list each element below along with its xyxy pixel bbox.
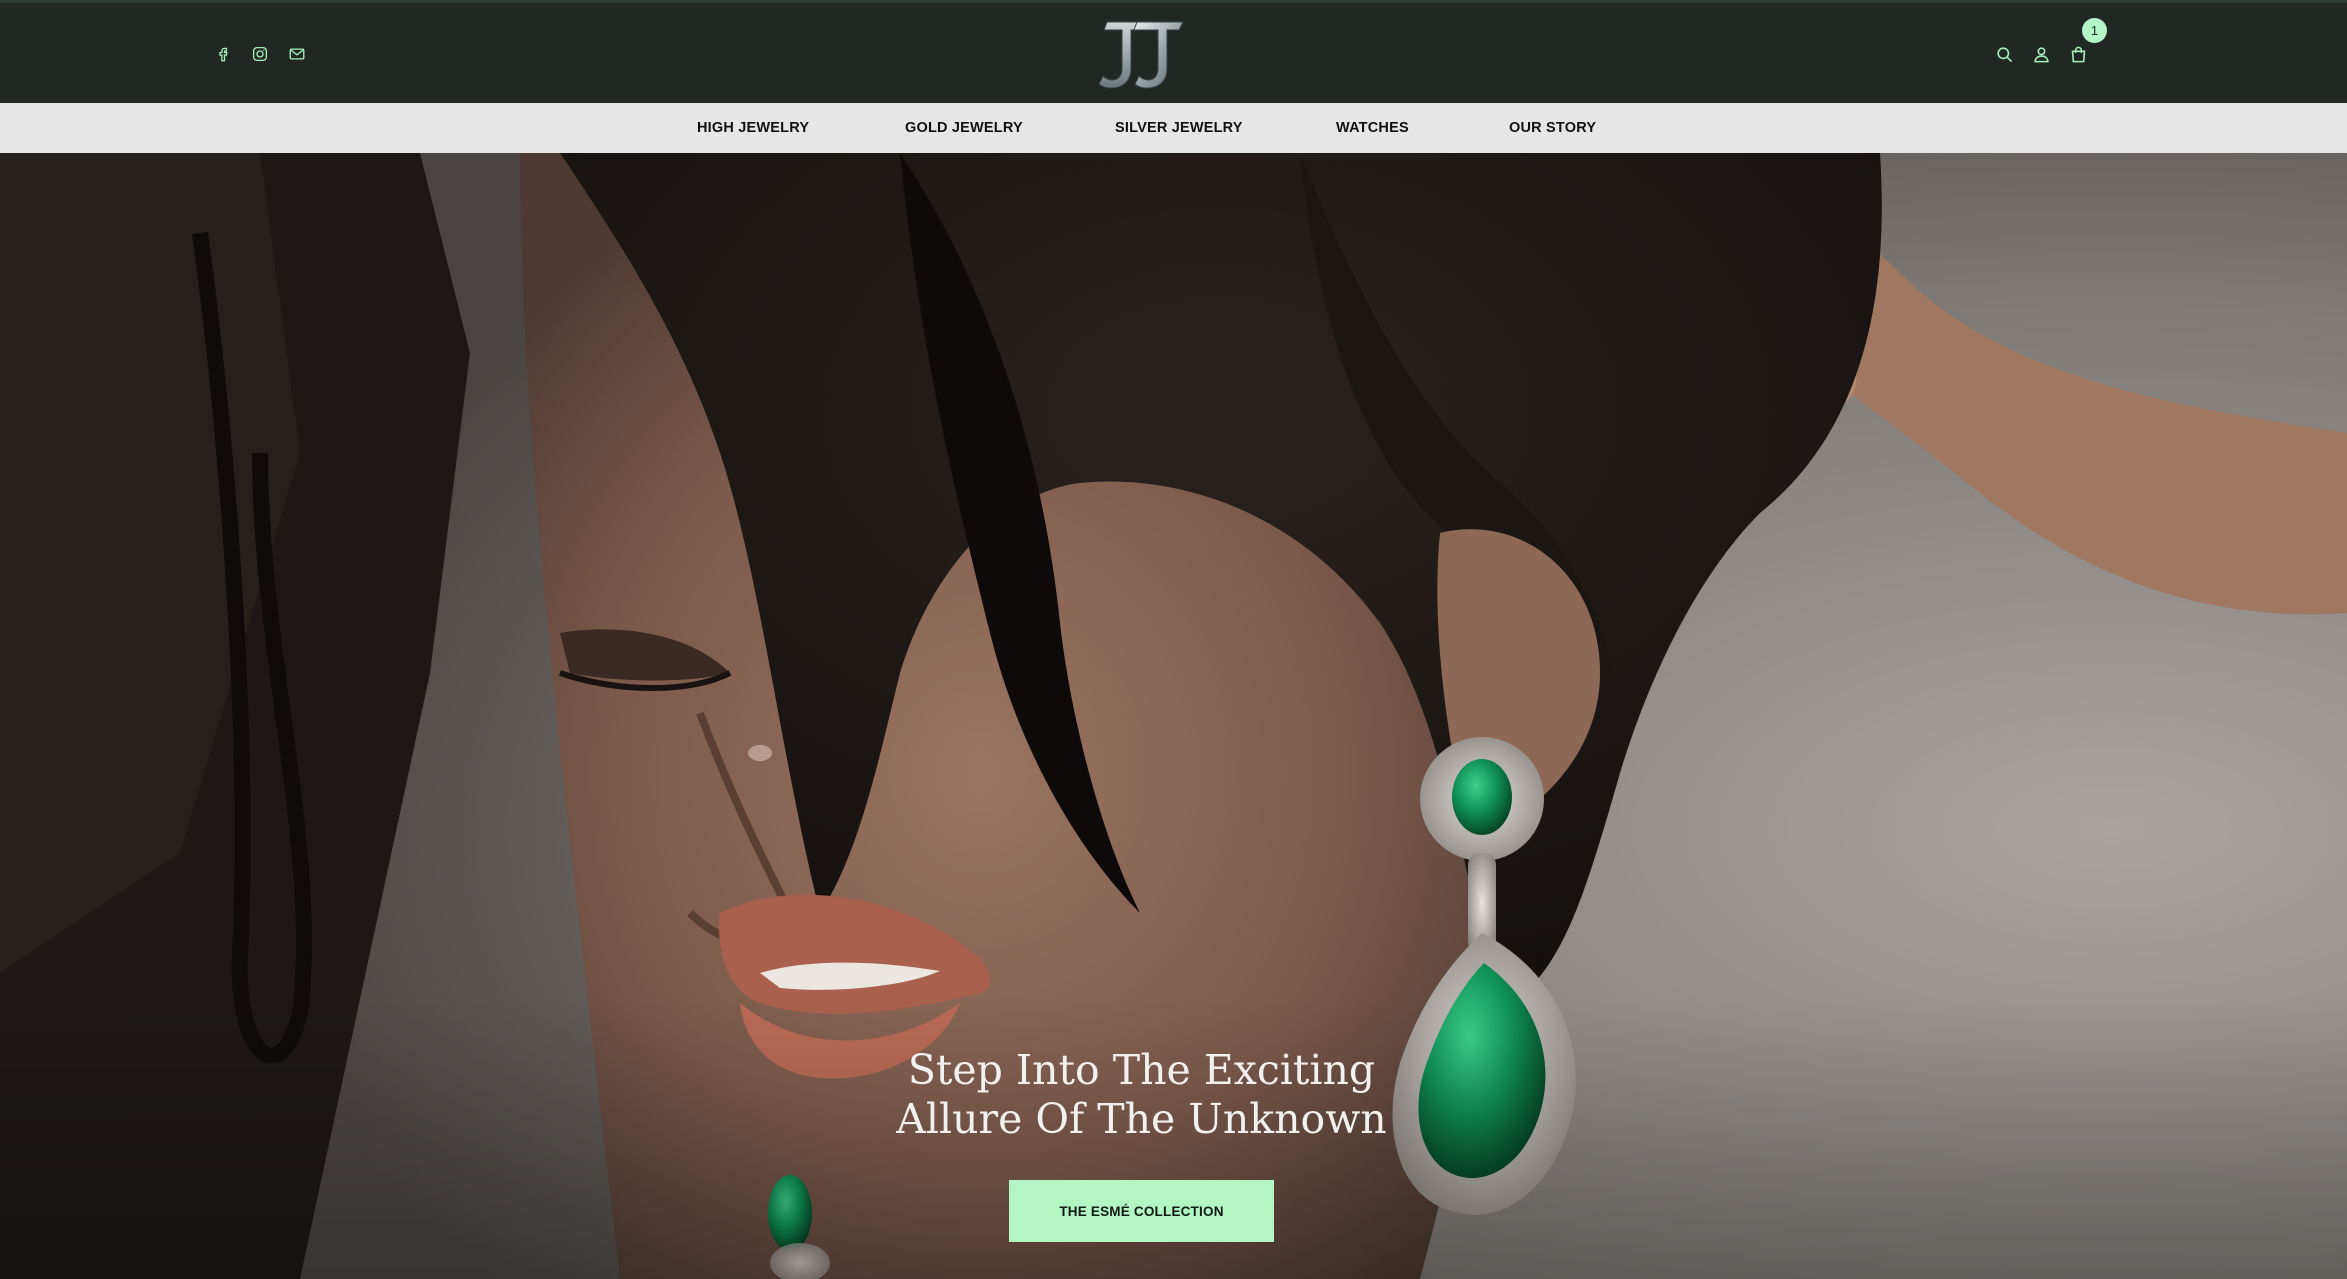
esme-collection-button[interactable]: THE ESMÉ COLLECTION xyxy=(1009,1180,1274,1242)
hero-title-line-2: Allure Of The Unknown xyxy=(896,1095,1387,1143)
social-links xyxy=(214,45,306,63)
account-icon[interactable] xyxy=(2032,45,2051,64)
mail-icon[interactable] xyxy=(288,45,306,63)
header-actions: 1 xyxy=(1995,18,2107,64)
main-nav: HIGH JEWELRY GOLD JEWELRY SILVER JEWELRY… xyxy=(0,103,2347,153)
site-header: 1 xyxy=(0,0,2347,103)
search-icon[interactable] xyxy=(1995,45,2014,64)
hero-title-line-1: Step Into The Exciting xyxy=(907,1046,1376,1094)
nav-item-watches[interactable]: WATCHES xyxy=(1336,103,1409,153)
nav-item-our-story[interactable]: OUR STORY xyxy=(1509,103,1596,153)
hero-title: Step Into The Exciting Allure Of The Unk… xyxy=(0,1046,2283,1144)
jj-monogram-logo[interactable] xyxy=(1097,16,1187,94)
nav-item-gold-jewelry[interactable]: GOLD JEWELRY xyxy=(905,103,1023,153)
hero-banner: Step Into The Exciting Allure Of The Unk… xyxy=(0,153,2347,1279)
facebook-icon[interactable] xyxy=(214,45,232,63)
cart-button[interactable]: 1 xyxy=(2069,18,2107,64)
instagram-icon[interactable] xyxy=(251,45,269,63)
nav-item-silver-jewelry[interactable]: SILVER JEWELRY xyxy=(1115,103,1243,153)
cart-count-badge: 1 xyxy=(2082,18,2107,43)
nav-item-high-jewelry[interactable]: HIGH JEWELRY xyxy=(697,103,809,153)
cart-icon[interactable] xyxy=(2069,45,2088,64)
